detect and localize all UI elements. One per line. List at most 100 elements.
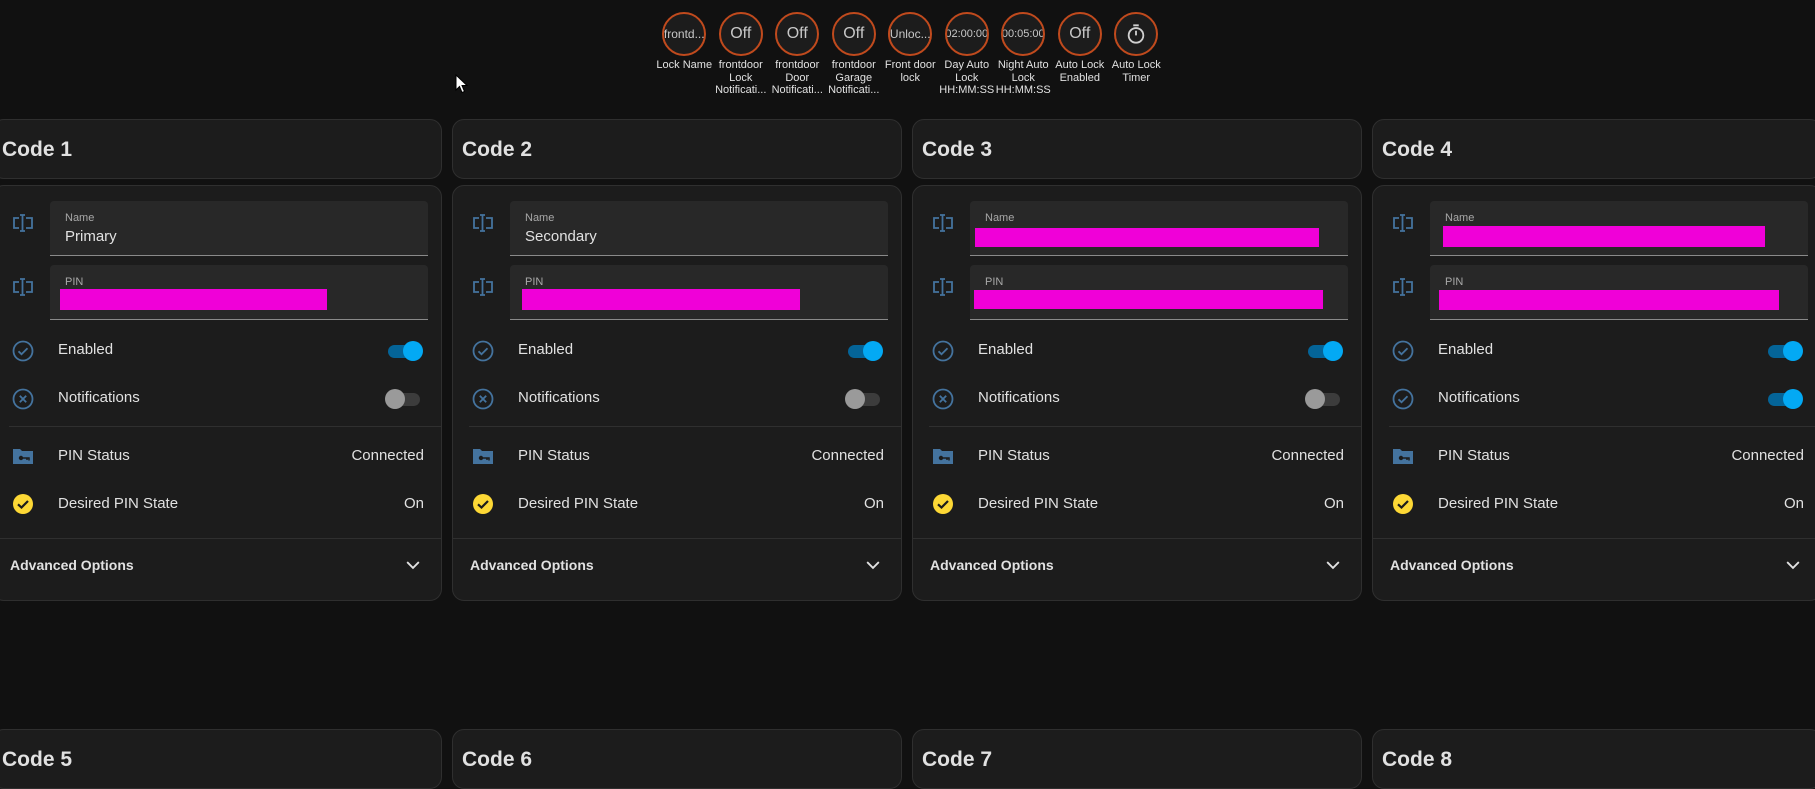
name-field-value: Secondary — [525, 228, 597, 245]
pin-status-label: PIN Status — [978, 447, 1050, 464]
code-title: Code 7 — [922, 748, 993, 771]
chevron-down-icon — [866, 561, 880, 570]
pin-status-value: Connected — [811, 447, 884, 464]
desired-pin-state-value: On — [403, 495, 424, 512]
check-circle-outline-icon — [1392, 340, 1414, 362]
code-title-card: Code 5 — [0, 729, 442, 789]
name-field-label: Name — [985, 212, 1015, 224]
divider — [469, 426, 901, 427]
notifications-label: Notifications — [58, 389, 140, 406]
pin-field[interactable]: PIN — [970, 265, 1348, 320]
code-title: Code 4 — [1382, 138, 1453, 161]
divider — [9, 426, 441, 427]
badge-label: frontdoor Door Notificati... — [771, 59, 823, 96]
badge-label: Auto Lock Timer — [1111, 59, 1161, 84]
chevron-down-icon — [406, 561, 420, 570]
form-textbox-icon — [13, 214, 33, 232]
check-circle-icon — [933, 494, 953, 514]
pin-status-label: PIN Status — [58, 447, 130, 464]
name-field[interactable]: Name — [970, 201, 1348, 256]
pin-field-label: PIN — [1445, 276, 1464, 288]
chevron-down-icon — [1326, 561, 1340, 570]
advanced-options-expander[interactable]: Advanced Options — [913, 539, 1361, 591]
enabled-toggle[interactable] — [1305, 340, 1343, 362]
name-field-label: Name — [65, 212, 95, 224]
badge-auto-lock-timer[interactable]: Auto Lock Timer — [1108, 12, 1165, 97]
desired-pin-state-value: On — [1323, 495, 1344, 512]
badge-value: Off — [775, 12, 820, 56]
badge-day-auto-lock[interactable]: 02:00:00 Day Auto Lock HH:MM:SS — [939, 12, 996, 97]
desired-pin-state-value: On — [1783, 495, 1804, 512]
pin-field[interactable]: PIN — [510, 265, 888, 320]
check-circle-outline-icon — [932, 340, 954, 362]
badge-label: Day Auto Lock HH:MM:SS — [939, 59, 995, 96]
code-title: Code 8 — [1382, 748, 1453, 771]
pin-redaction — [1439, 290, 1779, 310]
pin-field[interactable]: PIN — [50, 265, 428, 320]
notifications-toggle[interactable] — [845, 388, 883, 410]
enabled-label: Enabled — [58, 341, 114, 358]
badge-lock-name[interactable]: frontd... Lock Name — [656, 12, 713, 97]
advanced-options-expander[interactable]: Advanced Options — [453, 539, 901, 591]
code-title: Code 6 — [462, 748, 533, 771]
badge-night-auto-lock[interactable]: 00:05:00 Night Auto Lock HH:MM:SS — [995, 12, 1052, 97]
form-textbox-icon — [933, 278, 953, 296]
name-redaction — [975, 228, 1319, 247]
code-title-card: Code 4 — [1372, 119, 1815, 179]
check-circle-outline-icon — [1392, 388, 1414, 410]
badge-label: Front door lock — [884, 59, 936, 84]
badge-lock-notifications[interactable]: Off frontdoor Lock Notificati... — [713, 12, 770, 97]
notifications-label: Notifications — [1438, 389, 1520, 406]
timer-icon — [1128, 24, 1145, 44]
advanced-options-expander[interactable]: Advanced Options — [1373, 539, 1815, 591]
check-circle-icon — [13, 494, 33, 514]
enabled-toggle[interactable] — [845, 340, 883, 362]
enabled-toggle[interactable] — [385, 340, 423, 362]
badge-value: Off — [718, 12, 763, 56]
name-field[interactable]: Name Primary — [50, 201, 428, 256]
check-circle-icon — [1393, 494, 1413, 514]
enabled-toggle[interactable] — [1765, 340, 1803, 362]
advanced-options-label: Advanced Options — [470, 557, 594, 573]
notifications-toggle[interactable] — [385, 388, 423, 410]
badge-front-door-lock[interactable]: Unloc... Front door lock — [882, 12, 939, 97]
name-field[interactable]: Name — [1430, 201, 1808, 256]
pin-field-label: PIN — [985, 276, 1004, 288]
pin-status-value: Connected — [1731, 447, 1804, 464]
pin-redaction — [60, 289, 327, 310]
code-title: Code 3 — [922, 138, 993, 161]
badge-label: Auto Lock Enabled — [1055, 59, 1105, 84]
name-field-label: Name — [1445, 212, 1475, 224]
check-circle-outline-icon — [12, 340, 34, 362]
badge-label: frontdoor Garage Notificati... — [828, 59, 880, 96]
form-textbox-icon — [13, 278, 33, 296]
enabled-label: Enabled — [1438, 341, 1494, 358]
pin-field[interactable]: PIN — [1430, 265, 1808, 320]
badge-auto-lock-enabled[interactable]: Off Auto Lock Enabled — [1052, 12, 1109, 97]
code-title-card: Code 7 — [912, 729, 1362, 789]
form-textbox-icon — [1393, 278, 1413, 296]
notifications-toggle[interactable] — [1305, 388, 1343, 410]
code-entities-card: Name PIN Enabled Notifications PIN Statu… — [1372, 185, 1815, 601]
badge-value: 02:00:00 — [944, 12, 989, 56]
badge-garage-notifications[interactable]: Off frontdoor Garage Notificati... — [826, 12, 883, 97]
pin-status-label: PIN Status — [1438, 447, 1510, 464]
close-circle-outline-icon — [472, 388, 494, 410]
code-title: Code 5 — [2, 748, 73, 771]
code-title-card: Code 2 — [452, 119, 902, 179]
form-textbox-icon — [473, 214, 493, 232]
badge-value: frontd... — [662, 12, 707, 56]
mouse-cursor-icon — [455, 74, 469, 94]
badge-value: Off — [831, 12, 876, 56]
chevron-down-icon — [1786, 561, 1800, 570]
folder-key-icon — [473, 449, 493, 464]
code-title: Code 1 — [2, 138, 73, 161]
desired-pin-state-label: Desired PIN State — [1438, 495, 1559, 512]
notifications-toggle[interactable] — [1765, 388, 1803, 410]
name-field[interactable]: Name Secondary — [510, 201, 888, 256]
close-circle-outline-icon — [932, 388, 954, 410]
advanced-options-expander[interactable]: Advanced Options — [0, 539, 441, 591]
badge-label: Lock Name — [656, 59, 713, 71]
advanced-options-label: Advanced Options — [1390, 557, 1514, 573]
badge-door-notifications[interactable]: Off frontdoor Door Notificati... — [769, 12, 826, 97]
